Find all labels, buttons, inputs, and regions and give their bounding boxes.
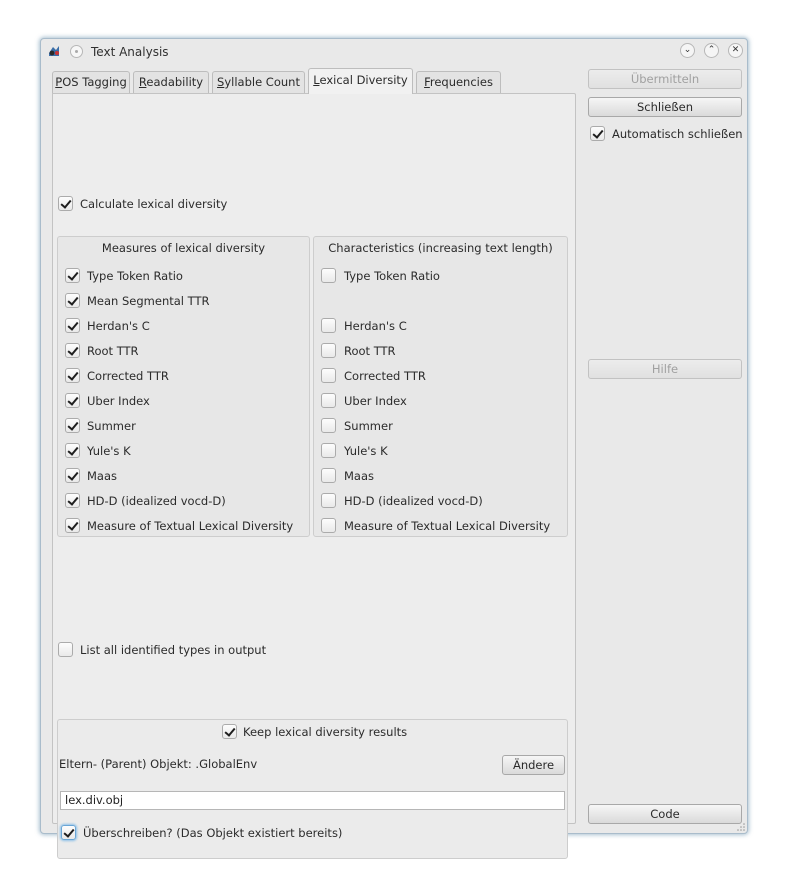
char-corrected-ttr-label: Corrected TTR <box>344 369 426 383</box>
measure-mtld-checkbox[interactable] <box>65 518 80 533</box>
help-button[interactable]: Hilfe <box>588 359 742 379</box>
measure-uber-index-checkbox[interactable] <box>65 393 80 408</box>
characteristics-group-title: Characteristics (increasing text length) <box>328 241 553 255</box>
measure-summer-label: Summer <box>87 419 136 433</box>
list-types-checkbox[interactable] <box>58 642 73 657</box>
tab-pos-tagging[interactable]: POS Tagging <box>52 71 130 93</box>
measure-type-token-ratio-checkbox[interactable] <box>65 268 80 283</box>
object-name-input[interactable]: lex.div.obj <box>60 791 565 810</box>
char-summer-checkbox[interactable] <box>321 418 336 433</box>
char-maas-checkbox[interactable] <box>321 468 336 483</box>
char-root-ttr-checkbox[interactable] <box>321 343 336 358</box>
submit-button[interactable]: Übermitteln <box>588 69 742 89</box>
measure-herdans-c-label: Herdan's C <box>87 319 150 333</box>
measure-summer-checkbox[interactable] <box>65 418 80 433</box>
char-mtld-checkbox[interactable] <box>321 518 336 533</box>
measure-yules-k-checkbox[interactable] <box>65 443 80 458</box>
measure-corrected-ttr-label: Corrected TTR <box>87 369 169 383</box>
char-yules-k-checkbox[interactable] <box>321 443 336 458</box>
characteristics-group: Characteristics (increasing text length)… <box>313 236 568 537</box>
maximize-icon[interactable]: ⌃ <box>704 43 719 58</box>
measure-corrected-ttr-checkbox[interactable] <box>65 368 80 383</box>
measure-mean-segmental-ttr-label: Mean Segmental TTR <box>87 294 210 308</box>
measures-group-title: Measures of lexical diversity <box>101 241 266 255</box>
text-analysis-window: Text Analysis ⌄ ⌃ ✕ POS Tagging Readabil… <box>40 38 748 859</box>
measure-herdans-c-checkbox[interactable] <box>65 318 80 333</box>
close-button[interactable]: Schließen <box>588 97 742 117</box>
app-icon[interactable] <box>47 44 61 58</box>
measure-uber-index-label: Uber Index <box>87 394 150 408</box>
char-maas-label: Maas <box>344 469 375 483</box>
measure-type-token-ratio-label: Type Token Ratio <box>87 269 183 283</box>
measure-mtld-label: Measure of Textual Lexical Diversity <box>87 519 294 533</box>
char-type-token-ratio-label: Type Token Ratio <box>344 269 440 283</box>
window-title: Text Analysis <box>91 45 169 59</box>
keep-results-label: Keep lexical diversity results <box>243 725 408 739</box>
tab-readability[interactable]: Readability <box>133 71 209 93</box>
parent-object-label: Eltern- (Parent) Objekt: .GlobalEnv <box>59 757 258 771</box>
measure-hdd-checkbox[interactable] <box>65 493 80 508</box>
overwrite-label: Überschreiben? (Das Objekt existiert ber… <box>83 826 343 840</box>
measure-maas-label: Maas <box>87 469 118 483</box>
char-herdans-c-label: Herdan's C <box>344 319 407 333</box>
code-button[interactable]: Code <box>588 804 742 824</box>
tab-lexical-diversity[interactable]: Lexical Diversity <box>308 68 413 94</box>
minimize-icon[interactable]: ⌄ <box>680 43 695 58</box>
char-hdd-label: HD-D (idealized vocd-D) <box>344 494 483 508</box>
measure-maas-checkbox[interactable] <box>65 468 80 483</box>
pin-icon[interactable] <box>70 45 83 58</box>
measure-root-ttr-checkbox[interactable] <box>65 343 80 358</box>
auto-close-label: Automatisch schließen <box>612 127 743 141</box>
keep-results-checkbox[interactable] <box>222 724 237 739</box>
char-corrected-ttr-checkbox[interactable] <box>321 368 336 383</box>
char-uber-index-checkbox[interactable] <box>321 393 336 408</box>
calculate-lexical-diversity-label: Calculate lexical diversity <box>80 197 228 211</box>
char-type-token-ratio-checkbox[interactable] <box>321 268 336 283</box>
lexical-diversity-panel: Calculate lexical diversity Measures of … <box>52 93 576 859</box>
char-summer-label: Summer <box>344 419 393 433</box>
measure-root-ttr-label: Root TTR <box>87 344 139 358</box>
measure-mean-segmental-ttr-checkbox[interactable] <box>65 293 80 308</box>
char-yules-k-label: Yule's K <box>344 444 388 458</box>
tab-frequencies[interactable]: Frequencies <box>416 71 501 93</box>
calculate-lexical-diversity-checkbox[interactable] <box>58 196 73 211</box>
title-bar[interactable]: Text Analysis ⌄ ⌃ ✕ <box>41 39 747 65</box>
char-root-ttr-label: Root TTR <box>344 344 396 358</box>
auto-close-checkbox[interactable] <box>590 126 605 141</box>
save-results-group: Keep lexical diversity results Eltern- (… <box>57 719 568 859</box>
tab-syllable-count[interactable]: Syllable Count <box>212 71 305 93</box>
overwrite-checkbox[interactable] <box>61 825 76 840</box>
measure-hdd-label: HD-D (idealized vocd-D) <box>87 494 226 508</box>
list-types-label: List all identified types in output <box>80 643 267 657</box>
char-herdans-c-checkbox[interactable] <box>321 318 336 333</box>
char-uber-index-label: Uber Index <box>344 394 407 408</box>
char-hdd-checkbox[interactable] <box>321 493 336 508</box>
resize-grip-icon[interactable] <box>737 823 745 831</box>
change-parent-button[interactable]: Ändere <box>502 755 565 775</box>
char-mtld-label: Measure of Textual Lexical Diversity <box>344 519 551 533</box>
close-icon[interactable]: ✕ <box>728 43 743 58</box>
measures-group: Measures of lexical diversity Type Token… <box>57 236 310 537</box>
measure-yules-k-label: Yule's K <box>87 444 131 458</box>
